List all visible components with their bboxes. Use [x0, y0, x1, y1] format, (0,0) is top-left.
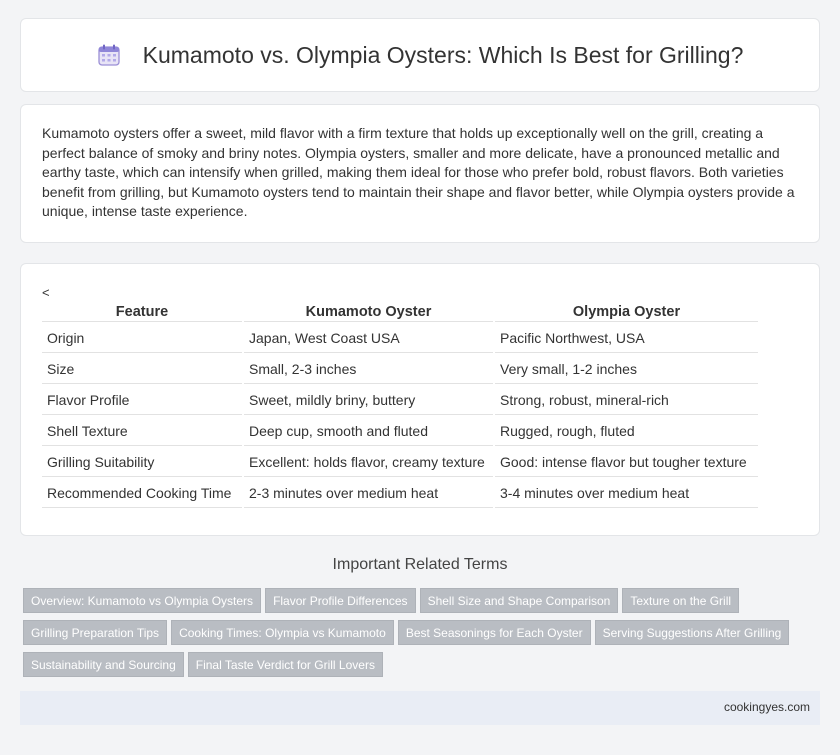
tag-seasonings[interactable]: Best Seasonings for Each Oyster: [397, 620, 591, 645]
table-row: Origin Japan, West Coast USA Pacific Nor…: [42, 324, 758, 353]
tag-grilling-prep[interactable]: Grilling Preparation Tips: [23, 620, 168, 645]
kumamoto-cell: Japan, West Coast USA: [244, 324, 493, 353]
kumamoto-cell: Sweet, mildly briny, buttery: [244, 386, 493, 415]
feature-cell: Origin: [42, 324, 242, 353]
comparison-table: Feature Kumamoto Oyster Olympia Oyster O…: [40, 300, 760, 510]
footer-site[interactable]: cookingyes.com: [724, 700, 810, 714]
feature-cell: Grilling Suitability: [42, 448, 242, 477]
intro-card: Kumamoto oysters offer a sweet, mild fla…: [20, 104, 820, 243]
tag-final-verdict[interactable]: Final Taste Verdict for Grill Lovers: [187, 652, 383, 677]
intro-paragraph: Kumamoto oysters offer a sweet, mild fla…: [42, 125, 795, 220]
olympia-cell: Very small, 1-2 inches: [495, 355, 758, 384]
feature-cell: Recommended Cooking Time: [42, 479, 242, 508]
comparison-card: < Feature Kumamoto Oyster Olympia Oyster…: [20, 263, 820, 536]
kumamoto-cell: Excellent: holds flavor, creamy texture: [244, 448, 493, 477]
tag-flavor-profile[interactable]: Flavor Profile Differences: [265, 588, 416, 613]
tag-cooking-times[interactable]: Cooking Times: Olympia vs Kumamoto: [171, 620, 394, 645]
table-row: Grilling Suitability Excellent: holds fl…: [42, 448, 758, 477]
related-terms-heading: Important Related Terms: [332, 556, 508, 573]
tag-overview[interactable]: Overview: Kumamoto vs Olympia Oysters: [23, 588, 262, 613]
header-feature: Feature: [42, 302, 242, 322]
table-header-row: Feature Kumamoto Oyster Olympia Oyster: [42, 302, 758, 322]
title-card: Kumamoto vs. Olympia Oysters: Which Is B…: [20, 18, 820, 92]
olympia-cell: Pacific Northwest, USA: [495, 324, 758, 353]
tag-serving-suggestions[interactable]: Serving Suggestions After Grilling: [594, 620, 790, 645]
kumamoto-cell: Small, 2-3 inches: [244, 355, 493, 384]
kumamoto-cell: Deep cup, smooth and fluted: [244, 417, 493, 446]
feature-cell: Size: [42, 355, 242, 384]
related-tags: Overview: Kumamoto vs Olympia Oysters Fla…: [23, 588, 823, 684]
tag-sustainability[interactable]: Sustainability and Sourcing: [23, 652, 184, 677]
table-row: Flavor Profile Sweet, mildly briny, butt…: [42, 386, 758, 415]
table-row: Recommended Cooking Time 2-3 minutes ove…: [42, 479, 758, 508]
olympia-cell: 3-4 minutes over medium heat: [495, 479, 758, 508]
kumamoto-cell: 2-3 minutes over medium heat: [244, 479, 493, 508]
olympia-cell: Strong, robust, mineral-rich: [495, 386, 758, 415]
tag-shell-size[interactable]: Shell Size and Shape Comparison: [419, 588, 619, 613]
olympia-cell: Rugged, rough, fluted: [495, 417, 758, 446]
header-kumamoto: Kumamoto Oyster: [244, 302, 493, 322]
tag-texture[interactable]: Texture on the Grill: [622, 588, 740, 613]
calendar-icon: [97, 43, 121, 67]
stray-character: <: [42, 285, 50, 300]
footer: cookingyes.com: [20, 691, 820, 725]
header-olympia: Olympia Oyster: [495, 302, 758, 322]
page-title: Kumamoto vs. Olympia Oysters: Which Is B…: [142, 41, 744, 68]
table-row: Size Small, 2-3 inches Very small, 1-2 i…: [42, 355, 758, 384]
feature-cell: Flavor Profile: [42, 386, 242, 415]
olympia-cell: Good: intense flavor but tougher texture: [495, 448, 758, 477]
table-row: Shell Texture Deep cup, smooth and flute…: [42, 417, 758, 446]
feature-cell: Shell Texture: [42, 417, 242, 446]
